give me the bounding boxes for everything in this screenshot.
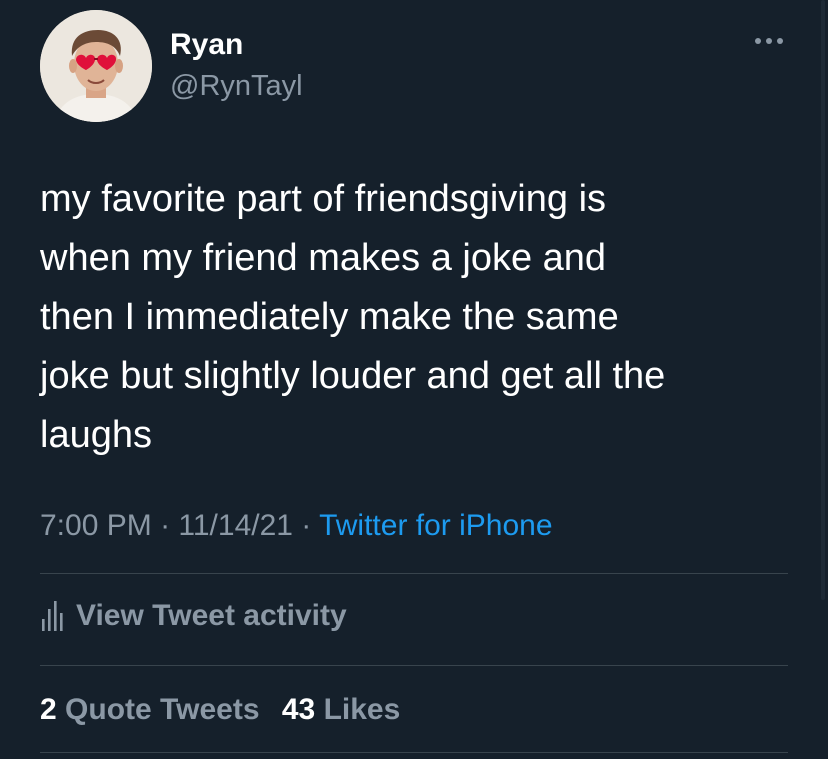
more-options-icon: [755, 38, 783, 44]
tweet-date[interactable]: 11/14/21: [178, 509, 293, 542]
tweet-detail: Ryan @RynTayl my favorite part of friend…: [0, 0, 828, 759]
likes-label: Likes: [323, 693, 401, 726]
more-options-button[interactable]: [748, 26, 790, 56]
divider: [40, 573, 788, 574]
scrollbar[interactable]: [818, 0, 828, 600]
meta-separator: ·: [151, 509, 179, 542]
tweet-meta: 7:00 PM · 11/14/21 · Twitter for iPhone: [40, 506, 553, 546]
bar-chart-icon: [42, 601, 63, 631]
quote-tweets-stat[interactable]: 2 Quote Tweets: [40, 693, 260, 726]
meta-separator: ·: [292, 509, 320, 542]
avatar-photo: [40, 10, 152, 122]
tweet-stats: 2 Quote Tweets 43 Likes: [40, 690, 414, 730]
view-tweet-activity-button[interactable]: View Tweet activity: [40, 596, 347, 636]
tweet-source-link[interactable]: Twitter for iPhone: [319, 509, 552, 542]
author-display-name[interactable]: Ryan: [170, 28, 243, 62]
view-tweet-activity-label: View Tweet activity: [76, 599, 347, 632]
likes-count: 43: [281, 693, 316, 726]
quote-tweets-label: Quote Tweets: [65, 693, 260, 726]
quote-tweets-count: 2: [40, 693, 57, 726]
tweet-text: my favorite part of friendsgiving is whe…: [40, 178, 666, 456]
avatar[interactable]: [40, 10, 152, 122]
likes-stat[interactable]: 43 Likes: [282, 693, 400, 726]
tweet-time[interactable]: 7:00 PM: [40, 509, 152, 542]
divider: [40, 752, 788, 753]
author-handle[interactable]: @RynTayl: [170, 70, 303, 102]
divider: [40, 665, 788, 666]
